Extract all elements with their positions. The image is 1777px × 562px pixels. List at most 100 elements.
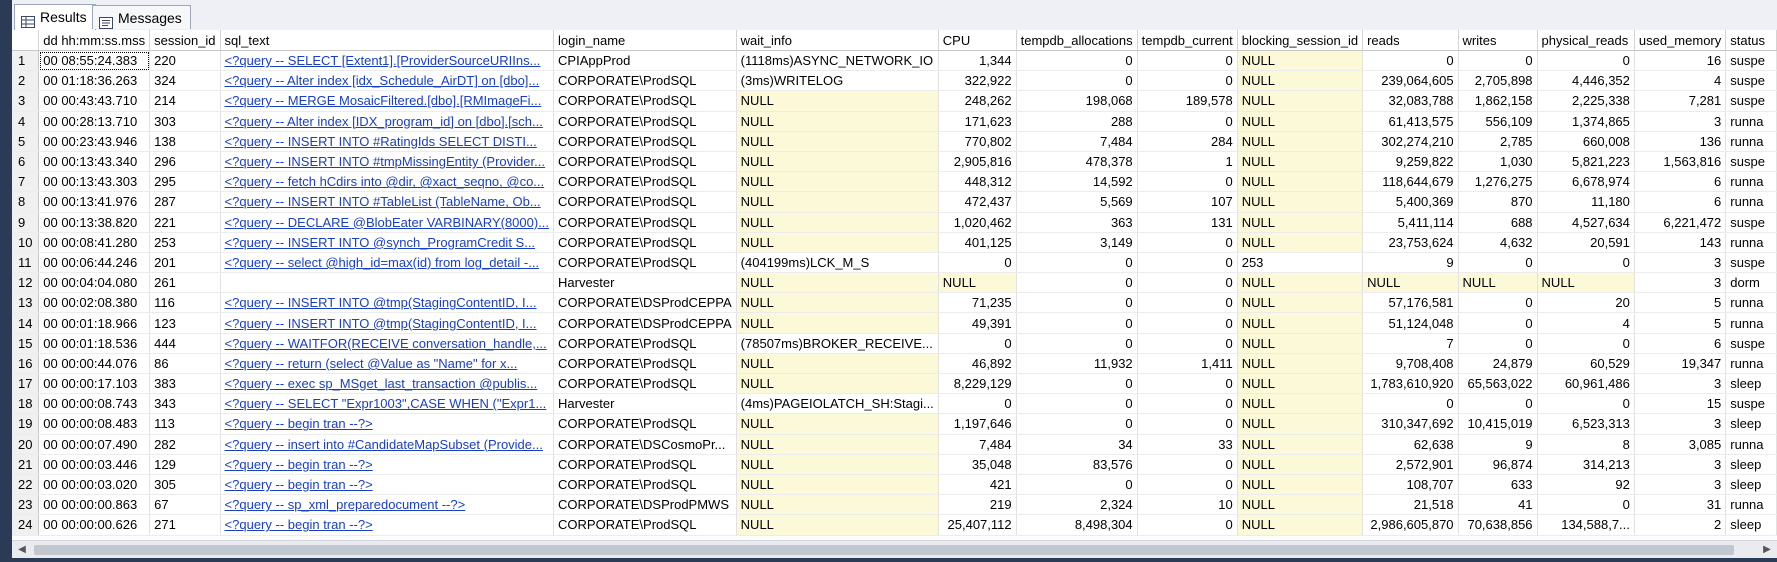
table-cell[interactable]: 219 [938,494,1017,516]
table-cell[interactable]: 2,705,898 [1458,70,1538,92]
table-cell[interactable]: 1 [1137,151,1238,173]
table-cell[interactable]: (404199ms)LCK_M_S [736,252,939,274]
table-cell[interactable]: 271 [149,514,221,536]
table-cell[interactable]: NULL [1237,292,1364,314]
table-row[interactable]: 19 00 00:00:08.483 113 <?query -- begin tra… [12,413,1777,435]
table-cell[interactable]: NULL [1237,514,1364,536]
table-row[interactable]: 17 00 00:00:17.103 383 <?query -- exec sp_M… [12,373,1777,395]
row-number-cell[interactable]: 7 [12,171,40,193]
table-cell[interactable]: NULL [1237,474,1364,496]
table-cell[interactable]: NULL [1237,232,1364,253]
table-cell[interactable]: 5,821,223 [1537,151,1635,173]
table-cell[interactable]: 0 [1137,474,1238,496]
table-cell[interactable]: 21,518 [1362,494,1459,516]
table-cell[interactable]: <?query -- INSERT INTO @synch_ProgramCre… [220,232,555,253]
table-cell[interactable]: 688 [1458,212,1538,233]
table-cell[interactable]: NULL [1237,151,1364,173]
row-number-cell[interactable]: 24 [12,514,40,536]
table-cell[interactable]: 4 [1537,312,1635,334]
table-cell[interactable]: NULL [1237,373,1364,395]
table-cell[interactable]: 00 00:13:41.976 [38,191,151,213]
table-cell[interactable]: 62,638 [1362,434,1459,455]
table-row[interactable]: 8 00 00:13:41.976 287 <?query -- INSERT INT… [12,191,1777,213]
table-cell[interactable]: 9,708,408 [1362,353,1459,375]
table-cell[interactable]: 6,678,974 [1537,171,1635,193]
table-row[interactable]: 2 00 01:18:36.263 324 <?query -- Alter inde… [12,70,1777,92]
table-cell[interactable]: 0 [1016,70,1138,92]
table-cell[interactable]: NULL [1237,353,1364,375]
table-row[interactable]: 1 00 08:55:24.383 220 <?query -- SELECT [Ex… [12,50,1777,72]
table-row[interactable]: 14 00 00:01:18.966 123 <?query -- INSERT IN… [12,312,1777,334]
table-row[interactable]: 20 00 00:00:07.490 282 <?query -- insert in… [12,434,1777,455]
table-cell[interactable]: 0 [1016,292,1138,314]
table-cell[interactable]: CORPORATE\ProdSQL [553,333,737,354]
table-row[interactable]: 22 00 00:00:03.020 305 <?query -- begin tra… [12,474,1777,496]
table-cell[interactable]: 123 [149,312,221,334]
table-cell[interactable] [220,272,555,294]
table-cell[interactable]: 6,221,472 [1634,212,1727,233]
table-cell[interactable]: CORPORATE\ProdSQL [553,232,737,253]
table-cell[interactable]: 00 08:55:24.383 [38,50,151,72]
table-cell[interactable]: 448,312 [938,171,1017,193]
table-cell[interactable]: 0 [1137,514,1238,536]
table-cell[interactable]: 2 [1634,514,1727,536]
table-cell[interactable]: 118,644,679 [1362,171,1459,193]
table-cell[interactable]: CORPORATE\ProdSQL [553,111,737,132]
table-cell[interactable]: 7 [1362,333,1459,354]
table-cell[interactable]: 421 [938,474,1017,496]
table-cell[interactable]: 870 [1458,191,1538,213]
table-cell[interactable]: 0 [1362,393,1459,415]
column-header[interactable]: sql_text [220,30,555,51]
table-cell[interactable]: CORPORATE\ProdSQL [553,212,737,233]
table-cell[interactable]: 134,588,7... [1537,514,1635,536]
table-cell[interactable]: <?query -- SELECT [Extent1].[ProviderSou… [220,50,555,72]
table-cell[interactable]: 0 [1458,312,1538,334]
table-cell[interactable]: 00 00:00:44.076 [38,353,151,375]
table-cell[interactable]: suspe [1725,333,1777,354]
table-cell[interactable]: 2,905,816 [938,151,1017,173]
row-number-cell[interactable]: 22 [12,474,40,496]
table-cell[interactable]: NULL [736,353,939,375]
table-cell[interactable]: 4,527,634 [1537,212,1635,233]
table-cell[interactable]: 171,623 [938,111,1017,132]
table-cell[interactable]: 00 00:02:08.380 [38,292,151,314]
table-row[interactable]: 9 00 00:13:38.820 221 <?query -- DECLARE @B… [12,212,1777,233]
table-cell[interactable]: CORPORATE\DSProdCEPPA [553,292,737,314]
table-cell[interactable]: NULL [736,514,939,536]
row-number-cell[interactable]: 17 [12,373,40,395]
table-cell[interactable]: suspe [1725,252,1777,274]
table-cell[interactable]: 253 [1237,252,1364,274]
row-number-cell[interactable]: 21 [12,454,40,475]
row-number-cell[interactable]: 18 [12,393,40,415]
table-cell[interactable]: 383 [149,373,221,395]
row-number-cell[interactable]: 5 [12,131,40,152]
table-cell[interactable]: CORPORATE\ProdSQL [553,252,737,274]
table-cell[interactable]: CORPORATE\ProdSQL [553,131,737,152]
table-cell[interactable]: NULL [1237,454,1364,475]
table-cell[interactable]: 70,638,856 [1458,514,1538,536]
table-cell[interactable]: 295 [149,171,221,193]
row-number-cell[interactable]: 13 [12,292,40,314]
row-number-cell[interactable]: 20 [12,434,40,455]
table-cell[interactable]: <?query -- INSERT INTO #tmpMissingEntity… [220,151,555,173]
table-cell[interactable]: 00 00:04:04.080 [38,272,151,294]
table-cell[interactable]: 0 [1137,413,1238,435]
table-row[interactable]: 24 00 00:00:00.626 271 <?query -- begin tra… [12,514,1777,536]
table-cell[interactable]: 6,523,313 [1537,413,1635,435]
column-header[interactable]: session_id [149,30,221,51]
table-cell[interactable]: NULL [736,292,939,314]
table-cell[interactable]: NULL [1237,171,1364,193]
row-number-cell[interactable]: 16 [12,353,40,375]
table-cell[interactable]: 31 [1634,494,1727,516]
table-row[interactable]: 13 00 00:02:08.380 116 <?query -- INSERT IN… [12,292,1777,314]
table-cell[interactable]: 314,213 [1537,454,1635,475]
table-cell[interactable]: CORPORATE\ProdSQL [553,70,737,92]
table-cell[interactable]: 556,109 [1458,111,1538,132]
table-cell[interactable]: 20,591 [1537,232,1635,253]
table-cell[interactable]: 0 [1137,232,1238,253]
table-cell[interactable]: NULL [1237,393,1364,415]
table-cell[interactable]: 00 00:00:08.743 [38,393,151,415]
table-cell[interactable]: 0 [1016,252,1138,274]
table-cell[interactable]: (1118ms)ASYNC_NETWORK_IO [736,50,939,72]
row-number-cell[interactable]: 10 [12,232,40,253]
